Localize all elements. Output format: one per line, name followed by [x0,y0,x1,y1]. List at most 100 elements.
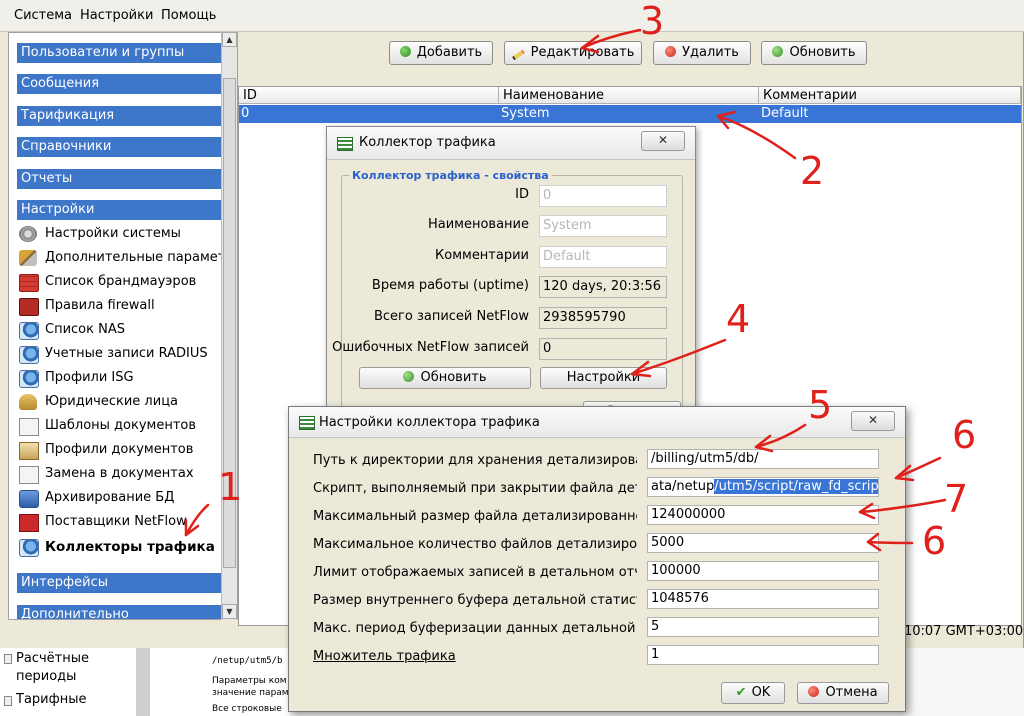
add-button[interactable]: Добавить [389,41,493,65]
field-label-uptime: Время работы (uptime) [371,278,529,293]
field-netflow-errors: 0 [539,338,667,360]
menu-settings[interactable]: Настройки [80,8,153,23]
sidebar-item-firewall-rules[interactable]: Правила firewall [19,295,234,317]
collector-settings-dialog: Настройки коллектора трафика ✕ Путь к ди… [288,406,906,712]
sidebar-item-nas[interactable]: Список NAS [19,319,234,341]
setting-label-max-file-size: Максимальный размер файла детализированн… [313,509,637,524]
sidebar-item-isg[interactable]: Профили ISG [19,367,234,389]
field-netflow-total: 2938595790 [539,307,667,329]
check-icon: ✔ [735,685,747,700]
scroll-up-icon[interactable]: ▲ [222,32,237,47]
sidebar-item-netflow[interactable]: Поставщики NetFlow [19,511,234,533]
setting-max-file-size[interactable]: 124000000 [647,505,879,525]
setting-report-limit[interactable]: 100000 [647,561,879,581]
background-item-periods[interactable]: Расчётные периоды [16,650,126,686]
firewall-icon [19,274,39,292]
delete-button[interactable]: Удалить [653,41,751,65]
ok-button[interactable]: ✔ OK [721,682,785,704]
field-id[interactable]: 0 [539,185,667,207]
setting-close-script[interactable]: ata/netup/utm5/script/raw_fd_script.sh [647,477,879,497]
setting-label-buffer-size: Размер внутреннего буфера детальной стат… [313,593,637,608]
edit-button[interactable]: Редактировать [504,41,642,65]
sidebar-item-radius[interactable]: Учетные записи RADIUS [19,343,234,365]
background-doc: /netup/utm5/b Параметры ком значение пар… [150,648,290,716]
folder-icon [4,696,12,706]
field-uptime: 120 days, 20:3:56 [539,276,667,298]
column-header-comment[interactable]: Комментарии [759,87,1021,104]
collector-properties-group-title: Коллектор трафика - свойства [349,169,552,182]
network-icon [19,346,39,364]
refresh-button[interactable]: Обновить [761,41,867,65]
sidebar-item-system-settings[interactable]: Настройки системы [19,223,234,245]
collector-settings-button[interactable]: Настройки [540,367,667,389]
sidebar-category-users[interactable]: Пользователи и группы [17,43,229,63]
field-name[interactable]: System [539,215,667,237]
sidebar-category-interfaces[interactable]: Интерфейсы [17,573,229,593]
close-icon[interactable]: ✕ [641,131,685,151]
archive-icon [19,490,39,508]
document-icon [19,466,39,484]
delete-icon [665,46,677,57]
collector-dialog-titlebar[interactable]: Коллектор трафика ✕ [327,127,695,160]
network-icon [19,539,39,557]
sidebar-item-doc-profiles[interactable]: Профили документов [19,439,234,461]
gear-icon [19,226,37,242]
collector-dialog-title: Коллектор трафика [359,135,496,150]
annotation-label-6a: 6 [952,413,977,457]
cancel-icon [808,686,820,697]
close-icon[interactable]: ✕ [851,411,895,431]
setting-buffer-period[interactable]: 5 [647,617,879,637]
annotation-label-5: 5 [808,383,833,427]
background-nav: Расчётные периоды Тарифные [0,648,136,716]
sidebar-category-tariffs[interactable]: Тарификация [17,106,229,126]
column-header-name[interactable]: Наименование [499,87,759,104]
refresh-icon [403,371,415,382]
setting-label-traffic-multiplier: Множитель трафика [313,649,456,664]
sidebar-item-doc-replace[interactable]: Замена в документах [19,463,234,485]
sidebar-category-messages[interactable]: Сообщения [17,74,229,94]
sidebar-scrollbar[interactable]: ▲ ▼ [221,32,237,620]
setting-buffer-size[interactable]: 1048576 [647,589,879,609]
scroll-down-icon[interactable]: ▼ [222,604,237,619]
collector-refresh-button[interactable]: Обновить [359,367,531,389]
menu-help[interactable]: Помощь [161,8,216,23]
field-label-comment: Комментарии [435,248,529,263]
field-label-netflow-errors: Ошибочных NetFlow записей [332,340,529,355]
menu-system[interactable]: Система [14,8,72,23]
menu-bar: Система Настройки Помощь [0,0,1024,32]
setting-label-buffer-period: Макс. период буферизации данных детально… [313,621,637,636]
annotation-label-3: 3 [640,0,665,43]
annotation-label-2: 2 [800,149,825,193]
netflow-icon [19,514,39,532]
window-icon [299,416,315,430]
background-divider [136,648,150,716]
background-item-tariffs[interactable]: Тарифные [16,692,86,707]
sidebar-item-traffic-collectors[interactable]: Коллекторы трафика [19,536,234,558]
settings-dialog-title: Настройки коллектора трафика [319,415,540,430]
setting-max-files[interactable]: 5000 [647,533,879,553]
setting-label-storage-path: Путь к директории для хранения детализир… [313,453,637,468]
sidebar-item-extra-params[interactable]: Дополнительные параметры [19,247,237,269]
people-icon [19,394,37,410]
sidebar-item-doc-templates[interactable]: Шаблоны документов [19,415,234,437]
annotation-label-7: 7 [944,477,969,521]
setting-storage-path[interactable]: /billing/utm5/db/ [647,449,879,469]
network-icon [19,370,39,388]
status-time: 10:07 GMT+03:00 [904,624,1024,639]
sidebar-item-firewalls[interactable]: Список брандмауэров [19,271,234,293]
table-row[interactable]: 0 System Default [239,105,1021,123]
network-icon [19,322,39,340]
sidebar-category-settings[interactable]: Настройки [17,200,229,220]
column-header-id[interactable]: ID [239,87,499,104]
sidebar-item-legal[interactable]: Юридические лица [19,391,234,413]
setting-traffic-multiplier[interactable]: 1 [647,645,879,665]
sidebar-item-db-archive[interactable]: Архивирование БД [19,487,234,509]
sidebar-category-extra[interactable]: Дополнительно [17,605,229,619]
firewall-rules-icon [19,298,39,316]
sidebar-category-reports[interactable]: Отчеты [17,169,229,189]
cancel-button[interactable]: Отмена [797,682,889,704]
sidebar-category-directories[interactable]: Справочники [17,137,229,157]
field-comment[interactable]: Default [539,246,667,268]
window-icon [337,137,353,151]
add-icon [399,46,411,57]
